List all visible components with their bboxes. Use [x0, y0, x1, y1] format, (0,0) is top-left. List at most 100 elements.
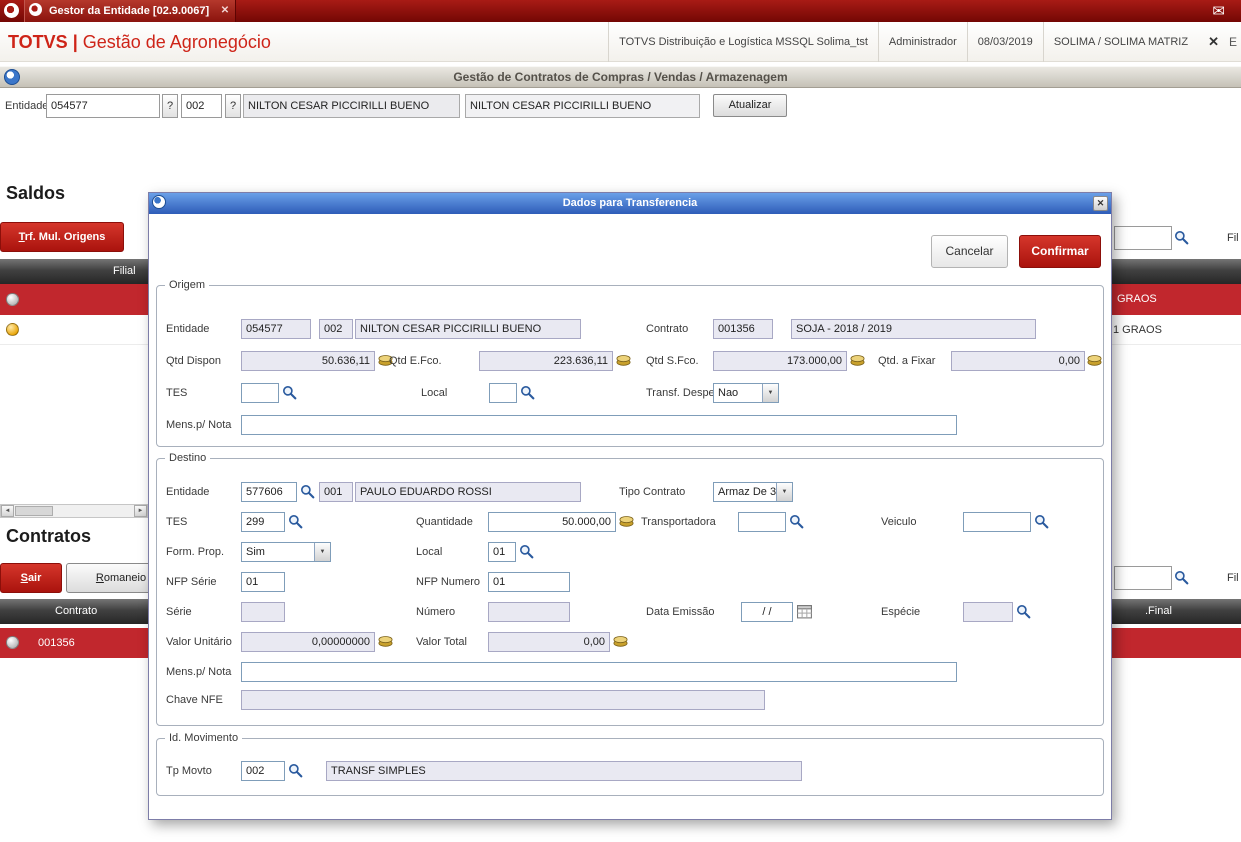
- origem-mens-input[interactable]: [241, 415, 957, 435]
- nfp-serie-label: NFP Série: [166, 576, 217, 588]
- contratos-search-input[interactable]: [1114, 566, 1172, 590]
- transportadora-lookup-icon[interactable]: [789, 514, 805, 530]
- trf-mul-origens-button[interactable]: Trf. Mul. Origens: [0, 222, 124, 252]
- date-label: 08/03/2019: [966, 22, 1043, 62]
- brand: TOTVS | Gestão de Agronegócio: [8, 22, 271, 62]
- qtd-sfco-field: 173.000,00: [713, 351, 847, 371]
- user-label: Administrador: [877, 22, 967, 62]
- money-icon: [1087, 354, 1103, 367]
- origem-loja-field: 002: [319, 319, 353, 339]
- scroll-left-icon[interactable]: ◄: [1, 505, 14, 517]
- entidade-label: Entidade: [5, 100, 49, 112]
- transf-despesa-value: Nao: [718, 387, 739, 399]
- especie-label: Espécie: [881, 606, 921, 618]
- contratos-col-contrato: Contrato: [55, 605, 98, 617]
- confirmar-button[interactable]: Confirmar: [1019, 235, 1101, 268]
- program-title-bar: Gestão de Contratos de Compras / Vendas …: [0, 66, 1241, 88]
- saldos-row2-product: 1 GRAOS: [1113, 324, 1162, 336]
- sair-button[interactable]: Sair: [0, 563, 62, 593]
- nfp-numero-input[interactable]: 01: [488, 572, 570, 592]
- dialog-title-bar[interactable]: Dados para Transferencia ✕: [149, 193, 1111, 214]
- money-icon: [850, 354, 866, 367]
- origem-entidade-label: Entidade: [166, 323, 210, 335]
- horizontal-scrollbar[interactable]: ◄ ►: [0, 504, 148, 518]
- tab-icon: [29, 3, 42, 16]
- contratos-col-final: .Final: [1145, 605, 1172, 617]
- valor-unitario-label: Valor Unitário: [166, 636, 232, 648]
- form-prop-select[interactable]: Sim ▼: [241, 542, 331, 562]
- origem-local-input[interactable]: [489, 383, 517, 403]
- origem-contrato-field: 001356: [713, 319, 773, 339]
- contratos-filter-label: Fil: [1227, 572, 1239, 584]
- chevron-down-icon[interactable]: ▼: [314, 543, 330, 561]
- calendar-icon[interactable]: [797, 604, 813, 619]
- entidade-code-help-button[interactable]: ?: [162, 94, 178, 118]
- tp-movto-label: Tp Movto: [166, 765, 212, 777]
- entidade-code-input[interactable]: 054577: [46, 94, 160, 118]
- origem-tes-label: TES: [166, 387, 188, 399]
- qtd-dispon-label: Qtd Dispon: [166, 355, 222, 367]
- veiculo-input[interactable]: [963, 512, 1031, 532]
- nfp-serie-input[interactable]: 01: [241, 572, 285, 592]
- atualizar-button[interactable]: Atualizar: [713, 94, 787, 117]
- header-right: TOTVS Distribuição e Logística MSSQL Sol…: [608, 22, 1241, 62]
- branch-label: SOLIMA / SOLIMA MATRIZ: [1042, 22, 1198, 62]
- origem-mens-label: Mens.p/ Nota: [166, 419, 232, 431]
- contratos-search-icon[interactable]: [1174, 570, 1190, 586]
- entidade-store-help-button[interactable]: ?: [225, 94, 241, 118]
- cancelar-button[interactable]: Cancelar: [931, 235, 1008, 268]
- saldos-search-input[interactable]: [1114, 226, 1172, 250]
- destino-tes-input[interactable]: 299: [241, 512, 285, 532]
- destino-local-input[interactable]: 01: [488, 542, 516, 562]
- screen: Gestor da Entidade [02.9.0067] ✕ ✉ TOTVS…: [0, 0, 1241, 842]
- tp-movto-input[interactable]: 002: [241, 761, 285, 781]
- tab-close-icon[interactable]: ✕: [221, 4, 229, 18]
- valor-unitario-field: 0,00000000: [241, 632, 375, 652]
- entidade-store-input[interactable]: 002: [181, 94, 222, 118]
- contratos-row1-code: 001356: [38, 637, 75, 649]
- money-icon: [616, 354, 632, 367]
- tipo-contrato-select[interactable]: Armaz De 3 ▼: [713, 482, 793, 502]
- scrollbar-thumb[interactable]: [15, 506, 53, 516]
- tp-movto-lookup-icon[interactable]: [288, 763, 304, 779]
- destino-entidade-lookup-icon[interactable]: [300, 484, 316, 500]
- especie-lookup-icon[interactable]: [1016, 604, 1032, 620]
- dialog-close-icon[interactable]: ✕: [1093, 196, 1108, 211]
- serie-field: [241, 602, 285, 622]
- origem-tes-lookup-icon[interactable]: [282, 385, 298, 401]
- numero-label: Número: [416, 606, 456, 618]
- status-led-icon: [6, 293, 19, 306]
- destino-legend: Destino: [165, 451, 211, 466]
- destino-entidade-input[interactable]: 577606: [241, 482, 297, 502]
- origem-tes-input[interactable]: [241, 383, 279, 403]
- transf-despesa-select[interactable]: Nao ▼: [713, 383, 779, 403]
- program-title: Gestão de Contratos de Compras / Vendas …: [453, 70, 788, 84]
- destino-local-lookup-icon[interactable]: [519, 544, 535, 560]
- mail-icon[interactable]: ✉: [1212, 2, 1225, 22]
- veiculo-label: Veiculo: [881, 516, 917, 528]
- destino-entidade-label: Entidade: [166, 486, 210, 498]
- brand-name: TOTVS: [8, 32, 68, 52]
- qtd-efco-label: Qtd E.Fco.: [389, 355, 442, 367]
- tab-gestor-entidade[interactable]: Gestor da Entidade [02.9.0067] ✕: [24, 0, 237, 22]
- veiculo-lookup-icon[interactable]: [1034, 514, 1050, 530]
- saldos-search-icon[interactable]: [1174, 230, 1190, 246]
- transportadora-label: Transportadora: [641, 516, 716, 528]
- origem-local-lookup-icon[interactable]: [520, 385, 536, 401]
- chave-nfe-field: [241, 690, 765, 710]
- destino-tes-lookup-icon[interactable]: [288, 514, 304, 530]
- quantidade-label: Quantidade: [416, 516, 473, 528]
- chevron-down-icon[interactable]: ▼: [776, 483, 792, 501]
- transportadora-input[interactable]: [738, 512, 786, 532]
- chevron-down-icon[interactable]: ▼: [762, 384, 778, 402]
- brand-sep: |: [67, 32, 83, 52]
- header-close-icon[interactable]: ✕: [1198, 34, 1229, 50]
- qtd-efco-field: 223.636,11: [479, 351, 613, 371]
- data-emissao-input[interactable]: / /: [741, 602, 793, 622]
- money-icon: [378, 635, 394, 648]
- saldos-heading: Saldos: [6, 183, 66, 203]
- quantidade-input[interactable]: 50.000,00: [488, 512, 616, 532]
- scroll-right-icon[interactable]: ►: [134, 505, 147, 517]
- destino-mens-input[interactable]: [241, 662, 957, 682]
- numero-field: [488, 602, 570, 622]
